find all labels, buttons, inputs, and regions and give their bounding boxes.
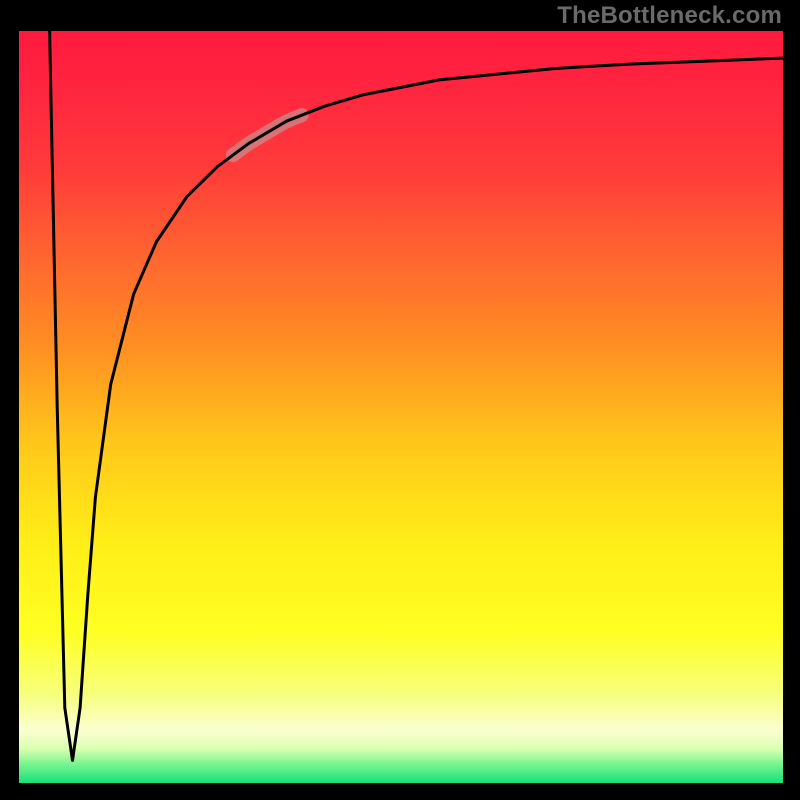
plot-area <box>19 31 783 783</box>
chart-frame: TheBottleneck.com <box>0 0 800 800</box>
watermark-text: TheBottleneck.com <box>557 2 782 30</box>
gradient-background <box>19 31 783 783</box>
plot-svg <box>19 31 783 783</box>
